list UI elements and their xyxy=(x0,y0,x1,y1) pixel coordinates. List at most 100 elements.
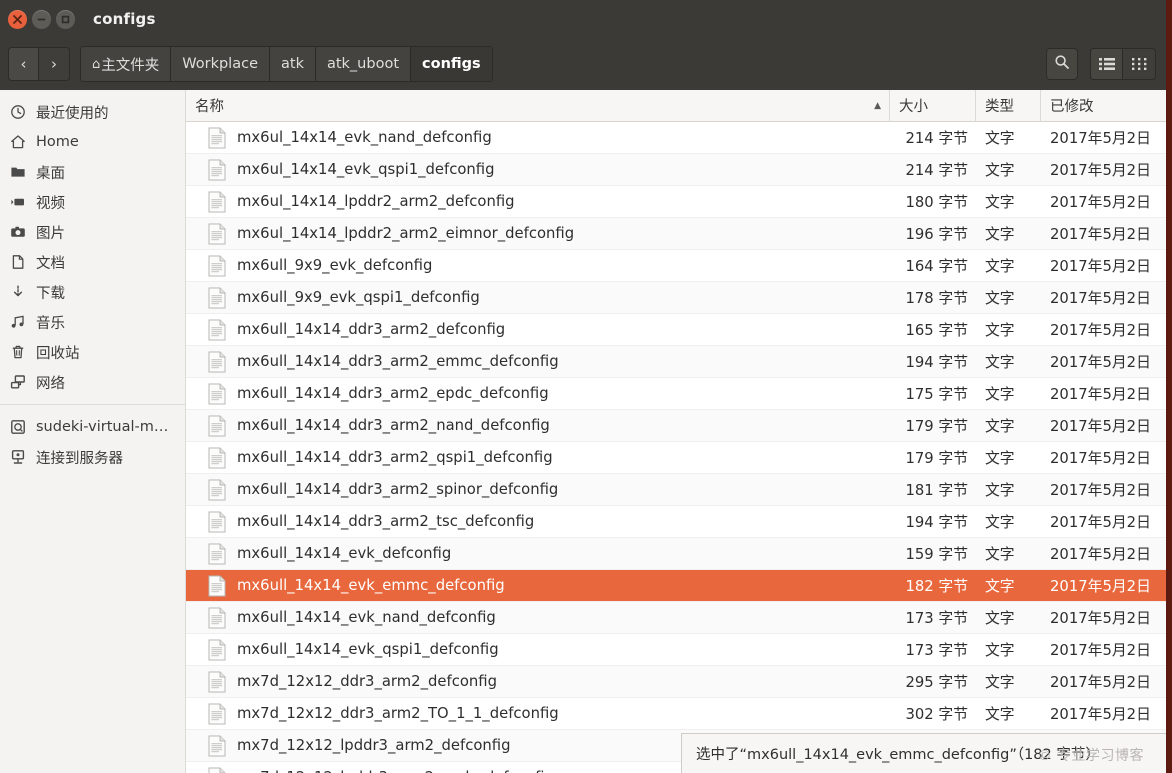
table-row[interactable]: mx6ull_14x14_evk_emmc_defconfig 182 字节 文字 2… xyxy=(186,570,1166,602)
column-header-type[interactable]: 类型 xyxy=(976,90,1041,122)
table-row[interactable]: mx6ull_14x14_ddr3_arm2_nand_defconfig 179… xyxy=(186,410,1166,442)
forward-button[interactable]: › xyxy=(39,48,69,80)
column-header-size[interactable]: 大小 xyxy=(890,90,976,122)
sidebar-item-place-4[interactable]: 图片 xyxy=(0,217,185,247)
minimize-window-icon[interactable] xyxy=(32,9,51,29)
sidebar-item-place-0[interactable]: 最近使用的 xyxy=(0,97,185,127)
file-modified-cell: 2017年5月2日 xyxy=(1050,194,1151,211)
window-controls xyxy=(8,9,75,29)
sort-ascending-icon: ▲ xyxy=(874,100,881,111)
breadcrumb: ⌂ 主文件夹 Workplace atk atk_uboot configs xyxy=(80,46,493,82)
table-row[interactable]: mx6ull_14x14_ddr3_arm2_qspi1_defconfig 17… xyxy=(186,442,1166,474)
sidebar-item-place-8[interactable]: 回收站 xyxy=(0,337,185,367)
table-row[interactable]: mx6ull_14x14_evk_defconfig 159 字节 文字 2017年5… xyxy=(186,538,1166,570)
file-type-cell: 文字 xyxy=(985,194,1015,211)
sidebar-item-place-1[interactable]: Home xyxy=(0,127,185,157)
sidebar-item-label: 桌面 xyxy=(36,165,65,182)
file-name-label: mx6ull_14x14_evk_nand_defconfig xyxy=(237,609,496,626)
sidebar-item-label: 图片 xyxy=(36,225,65,242)
table-row[interactable]: mx6ul_14x14_lpddr2_arm2_defconfig 180 字节文… xyxy=(186,186,1166,218)
text-file-icon xyxy=(208,351,226,373)
sidebar-item-place-7[interactable]: 音乐 xyxy=(0,307,185,337)
close-window-icon[interactable] xyxy=(8,9,27,29)
music-icon xyxy=(10,314,32,330)
breadcrumb-item-label: atk xyxy=(281,56,304,72)
table-row[interactable]: mx6ull_14x14_ddr3_arm2_spinor_defconfig 1… xyxy=(186,474,1166,506)
file-type-cell: 文字 xyxy=(985,258,1015,275)
text-file-icon xyxy=(208,223,226,245)
sidebar: 最近使用的 Home 桌面视频图片文档下载音乐回收站 网络 sudeki-virtua… xyxy=(0,90,186,773)
sidebar-item-label: 视频 xyxy=(36,195,65,212)
file-type-cell: 文字 xyxy=(985,482,1015,499)
list-view-icon xyxy=(1098,56,1115,75)
table-row[interactable]: mx6ul_14x14_lpddr2_arm2_eimnor_defconfig… xyxy=(186,218,1166,250)
file-type-cell: 文字 xyxy=(985,642,1015,659)
file-size-cell: 214 字节 xyxy=(905,162,968,179)
file-name-label: mx6ull_14x14_ddr3_arm2_epdc_defconfig xyxy=(237,385,549,402)
breadcrumb-item-1[interactable]: Workplace xyxy=(171,47,270,81)
table-row[interactable]: mx6ull_14x14_ddr3_arm2_emmc_defconfig 194… xyxy=(186,346,1166,378)
file-modified-cell: 2017年5月2日 xyxy=(1050,258,1151,275)
breadcrumb-item-label: atk_uboot xyxy=(326,56,400,72)
table-row[interactable]: mx6ull_9x9_evk_qspi1_defconfig 178 字节 文字 20… xyxy=(186,282,1166,314)
file-name-label: mx6ull_14x14_evk_emmc_defconfig xyxy=(237,577,505,594)
table-row[interactable]: mx7d_12x12_ddr3_arm2_TO_1_1_defconfig 302… xyxy=(186,698,1166,730)
column-header-name[interactable]: 名称 ▲ xyxy=(186,90,890,122)
table-row[interactable]: mx6ull_9x9_evk_defconfig 164 字节 文字 2017年5月2… xyxy=(186,250,1166,282)
sidebar-devices-list: sudeki-virtual-m… 连接到服务器 xyxy=(0,412,185,472)
sidebar-item-place-6[interactable]: 下载 xyxy=(0,277,185,307)
maximize-window-icon[interactable] xyxy=(56,9,75,29)
table-row[interactable]: mx6ull_14x14_evk_nand_defconfig 173 字节 文字 2… xyxy=(186,602,1166,634)
file-name-label: mx6ul_14x14_lpddr2_arm2_eimnor_defconfig xyxy=(237,225,575,242)
toolbar: ‹ › ⌂ 主文件夹 Workplace atk atk_uboot configs xyxy=(0,38,1166,90)
file-modified-cell: 2017年5月2日 xyxy=(1050,706,1151,723)
table-row[interactable]: mx7d_12x12_ddr3_arm2_defconfig 295 字节 文字 20… xyxy=(186,666,1166,698)
table-row[interactable]: mx6ull_14x14_ddr3_arm2_epdc_defconfig 175… xyxy=(186,378,1166,410)
sidebar-item-place-9[interactable]: 网络 xyxy=(0,367,185,397)
table-row[interactable]: mx6ul_14x14_evk_qspi1_defconfig 214 字节 文字 2… xyxy=(186,154,1166,186)
file-name-cell: mx6ull_14x14_ddr3_arm2_tsc_defconfig xyxy=(186,511,890,533)
toolbar-right-group xyxy=(1046,48,1156,80)
file-size-cell: 194 字节 xyxy=(905,354,968,371)
sidebar-item-label: 最近使用的 xyxy=(36,105,109,122)
breadcrumb-item-2[interactable]: atk xyxy=(270,47,316,81)
file-size-cell: 164 字节 xyxy=(905,258,968,275)
file-name-cell: mx6ull_14x14_ddr3_arm2_qspi1_defconfig xyxy=(186,447,890,469)
back-button[interactable]: ‹ xyxy=(9,48,39,80)
sidebar-item-label: 下载 xyxy=(36,285,65,302)
sidebar-item-place-2[interactable]: 桌面 xyxy=(0,157,185,187)
grid-view-button[interactable] xyxy=(1123,49,1155,79)
column-header-modified[interactable]: 已修改 xyxy=(1041,90,1166,122)
sidebar-item-label: 音乐 xyxy=(36,315,65,332)
file-type-cell: 文字 xyxy=(985,450,1015,467)
breadcrumb-item-0[interactable]: ⌂ 主文件夹 xyxy=(81,47,172,81)
sidebar-divider xyxy=(0,404,185,405)
file-size-cell: 180 字节 xyxy=(905,194,968,211)
file-name-cell: mx6ul_14x14_lpddr2_arm2_eimnor_defconfig xyxy=(186,223,890,245)
main-body: 最近使用的 Home 桌面视频图片文档下载音乐回收站 网络 sudeki-virtua… xyxy=(0,90,1166,773)
table-row[interactable]: mx6ul_14x14_evk_nand_defconfig 214 字节 文字 20… xyxy=(186,122,1166,154)
home-icon: ⌂ xyxy=(92,56,101,72)
search-button[interactable] xyxy=(1046,48,1078,80)
list-view-button[interactable] xyxy=(1091,49,1123,79)
column-header-name-label: 名称 xyxy=(195,99,224,115)
file-rows: mx6ul_14x14_evk_nand_defconfig 214 字节 文字 20… xyxy=(186,122,1166,773)
file-name-cell: mx6ull_9x9_evk_qspi1_defconfig xyxy=(186,287,890,309)
file-modified-cell: 2017年5月2日 xyxy=(1050,546,1151,563)
file-size-cell: 178 字节 xyxy=(905,290,968,307)
table-row[interactable]: mx6ull_14x14_evk_qspi1_defconfig 173 字节 文字… xyxy=(186,634,1166,666)
file-size-cell: 196 字节 xyxy=(905,226,968,243)
file-size-cell: 182 字节 xyxy=(905,578,968,595)
table-row[interactable]: mx6ull_14x14_ddr3_arm2_tsc_defconfig 194 … xyxy=(186,506,1166,538)
table-row[interactable]: mx6ull_14x14_ddr3_arm2_defconfig 165 字节 文字… xyxy=(186,314,1166,346)
breadcrumb-item-3[interactable]: atk_uboot xyxy=(315,47,412,81)
sidebar-item-place-3[interactable]: 视频 xyxy=(0,187,185,217)
sidebar-item-place-5[interactable]: 文档 xyxy=(0,247,185,277)
folder-icon xyxy=(10,164,32,180)
sidebar-item-device-0[interactable]: sudeki-virtual-m… xyxy=(0,412,185,442)
file-name-label: mx6ull_14x14_ddr3_arm2_qspi1_defconfig xyxy=(237,449,553,466)
file-type-cell: 文字 xyxy=(985,546,1015,563)
file-size-cell: 295 字节 xyxy=(905,674,968,691)
breadcrumb-item-current[interactable]: configs xyxy=(411,47,492,81)
sidebar-item-device-1[interactable]: 连接到服务器 xyxy=(0,442,185,472)
